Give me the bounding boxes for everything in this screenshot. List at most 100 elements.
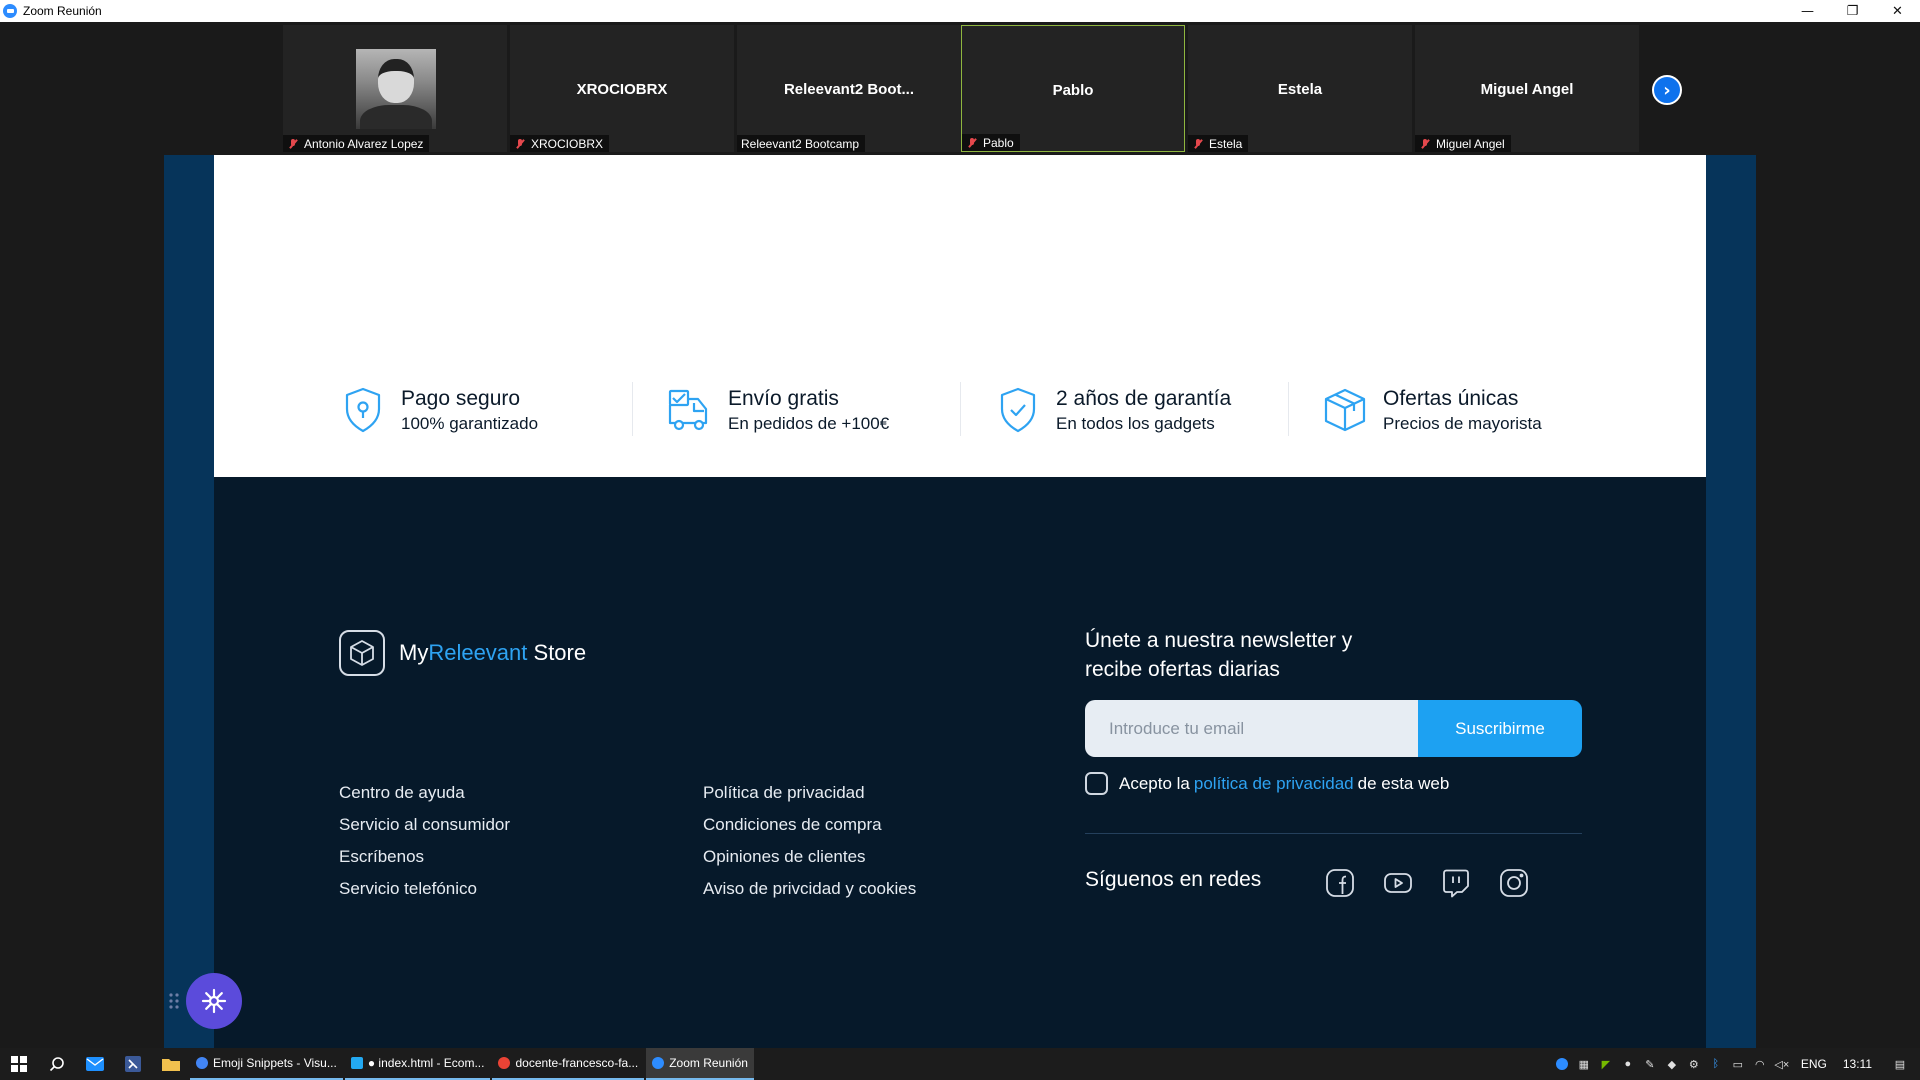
footer-link[interactable]: Política de privacidad — [703, 777, 916, 809]
wifi-icon[interactable]: ◠ — [1749, 1048, 1771, 1080]
taskbar-app-zoom[interactable]: Zoom Reunión — [646, 1048, 754, 1080]
muted-mic-icon — [514, 138, 526, 150]
mail-icon[interactable] — [76, 1048, 114, 1080]
consent-checkbox[interactable] — [1085, 772, 1108, 795]
zoom-app-icon — [3, 4, 17, 18]
footer-link[interactable]: Condiciones de compra — [703, 809, 916, 841]
participant-tile[interactable]: Estela Estela — [1188, 25, 1412, 152]
participant-tile[interactable]: XROCIOBRX XROCIOBRX — [510, 25, 734, 152]
taskbar-app-chrome-2[interactable]: docente-francesco-fa... — [492, 1048, 645, 1080]
pen-tray-icon[interactable]: ✎ — [1639, 1048, 1661, 1080]
facebook-icon[interactable] — [1324, 867, 1356, 899]
restore-button[interactable]: ❐ — [1830, 0, 1875, 22]
brand-name: MyReleevant Store — [399, 640, 586, 666]
window-titlebar: Zoom Reunión — ❐ ✕ — [0, 0, 1920, 22]
network-tray-icon[interactable]: ⚙ — [1683, 1048, 1705, 1080]
taskbar-app-chrome[interactable]: Emoji Snippets - Visu... — [190, 1048, 343, 1080]
taskbar-app-label: Emoji Snippets - Visu... — [213, 1056, 337, 1070]
close-button[interactable]: ✕ — [1875, 0, 1920, 22]
language-indicator[interactable]: ENG — [1793, 1057, 1835, 1071]
brand-name-accent: Releevant — [428, 640, 528, 665]
nvidia-tray-icon[interactable]: ◤ — [1595, 1048, 1617, 1080]
feature-item: 2 años de garantía En todos los gadgets — [994, 380, 1231, 440]
muted-mic-icon — [1192, 138, 1204, 150]
window-controls: — ❐ ✕ — [1785, 0, 1920, 22]
participant-tile[interactable]: Miguel Angel Miguel Angel — [1415, 25, 1639, 152]
notifications-icon[interactable]: ▤ — [1880, 1048, 1920, 1080]
drag-handle-icon[interactable] — [168, 992, 180, 1010]
windows-start-button[interactable] — [0, 1048, 38, 1080]
footer-links-help: Centro de ayuda Servicio al consumidor E… — [339, 777, 510, 905]
shared-webpage: Pago seguro 100% garantizado Envío grati… — [214, 155, 1706, 1048]
participant-label: Estela — [1188, 135, 1249, 152]
battery-icon[interactable]: ▭ — [1727, 1048, 1749, 1080]
chevron-right-icon: › — [1663, 79, 1671, 101]
taskbar-app-label: docente-francesco-fa... — [515, 1056, 639, 1070]
shield-pin-icon — [345, 387, 381, 433]
participant-name: Miguel Angel — [1436, 136, 1505, 151]
feature-subtitle: En pedidos de +100€ — [728, 413, 890, 433]
footer-link[interactable]: Centro de ayuda — [339, 777, 510, 809]
participant-tile[interactable]: Releevant2 Boot... Releevant2 Bootcamp — [737, 25, 961, 152]
zoom-icon — [652, 1057, 665, 1069]
app-icon[interactable] — [114, 1048, 152, 1080]
taskbar-app-label: ● index.html - Ecom... — [367, 1056, 485, 1070]
microphone-icon[interactable]: ● — [1617, 1048, 1639, 1080]
brand-name-suffix: Store — [527, 640, 587, 665]
youtube-icon[interactable] — [1382, 867, 1414, 899]
search-icon[interactable] — [38, 1048, 76, 1080]
footer-link[interactable]: Aviso de privcidad y cookies — [703, 873, 916, 905]
window-title: Zoom Reunión — [23, 4, 102, 18]
feature-subtitle: En todos los gadgets — [1056, 413, 1215, 433]
feature-title: Ofertas únicas — [1383, 386, 1519, 410]
vscode-icon — [350, 1057, 363, 1069]
participant-tile[interactable]: Antonio Alvarez Lopez — [283, 25, 507, 152]
annotation-widget-button[interactable] — [186, 973, 242, 1029]
bluetooth-icon[interactable]: ᛒ — [1705, 1048, 1727, 1080]
newsletter-form: Suscribirme — [1085, 700, 1582, 757]
divider — [1085, 833, 1582, 834]
feature-item: Pago seguro 100% garantizado — [339, 380, 538, 440]
participant-display-name: Estela — [1277, 81, 1323, 98]
instagram-icon[interactable] — [1498, 867, 1530, 899]
feature-item: Envío gratis En pedidos de +100€ — [666, 380, 889, 440]
brand-logo[interactable]: MyReleevant Store — [339, 630, 586, 676]
participant-name: Pablo — [983, 135, 1014, 150]
next-participants-button[interactable]: › — [1652, 75, 1682, 105]
volume-muted-icon[interactable]: ◁× — [1771, 1048, 1793, 1080]
clock[interactable]: 13:11 — [1835, 1057, 1880, 1071]
subscribe-button[interactable]: Suscribirme — [1418, 700, 1582, 757]
shield-check-icon — [1000, 387, 1036, 433]
folder-icon[interactable] — [152, 1048, 190, 1080]
footer-links-legal: Política de privacidad Condiciones de co… — [703, 777, 916, 905]
participant-display-name: Miguel Angel — [1480, 81, 1574, 98]
site-footer: MyReleevant Store Centro de ayuda Servic… — [214, 477, 1706, 1048]
footer-link[interactable]: Escríbenos — [339, 841, 510, 873]
email-input[interactable] — [1085, 700, 1418, 757]
participant-name: Releevant2 Bootcamp — [741, 136, 860, 151]
twitch-icon[interactable] — [1440, 867, 1472, 899]
shared-screen: Pago seguro 100% garantizado Envío grati… — [164, 155, 1756, 1048]
taskbar-app-vscode[interactable]: ● index.html - Ecom... — [344, 1048, 491, 1080]
muted-mic-icon — [287, 138, 299, 150]
privacy-policy-link[interactable]: política de privacidad — [1194, 774, 1354, 794]
feature-title: Envío gratis — [728, 386, 839, 410]
teams-tray-icon[interactable]: ▦ — [1573, 1048, 1595, 1080]
minimize-button[interactable]: — — [1785, 0, 1830, 22]
participant-label: Antonio Alvarez Lopez — [283, 135, 430, 152]
feature-title: Pago seguro — [401, 386, 521, 410]
feature-subtitle: Precios de mayorista — [1383, 413, 1542, 433]
shield-tray-icon[interactable]: ◆ — [1661, 1048, 1683, 1080]
zoom-tray-icon[interactable] — [1551, 1048, 1573, 1080]
participant-tile-active-speaker[interactable]: Pablo Pablo — [961, 25, 1185, 152]
footer-link[interactable]: Servicio al consumidor — [339, 809, 510, 841]
box-logo-icon — [339, 630, 385, 676]
muted-mic-icon — [1419, 138, 1431, 150]
delivery-truck-icon — [668, 389, 708, 431]
participant-label: XROCIOBRX — [510, 135, 610, 152]
footer-link[interactable]: Servicio telefónico — [339, 873, 510, 905]
taskbar-app-label: Zoom Reunión — [669, 1056, 748, 1070]
participant-label: Pablo — [962, 134, 1020, 151]
participant-label: Miguel Angel — [1415, 135, 1511, 152]
footer-link[interactable]: Opiniones de clientes — [703, 841, 916, 873]
